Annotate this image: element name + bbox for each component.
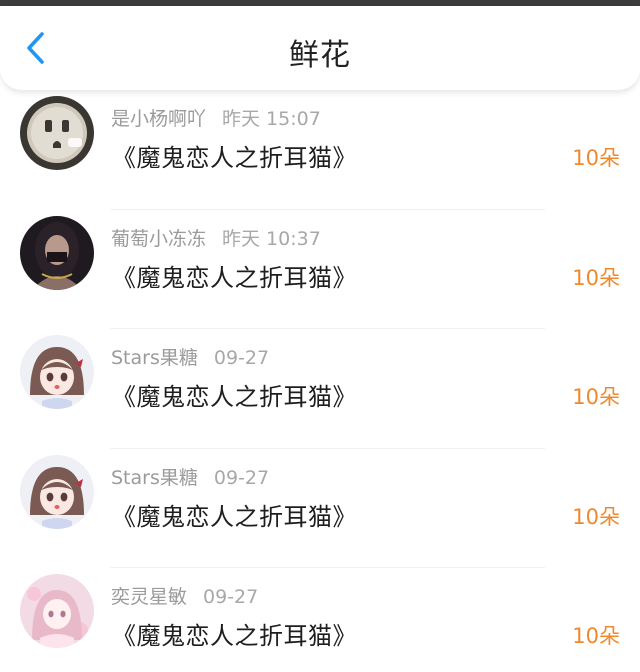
flower-gift-list: 是小杨啊吖 昨天 15:07 《魔鬼恋人之折耳猫》 10朵 葡萄小冻冻 昨天 10:… [0, 90, 640, 672]
sent-time: 09-27 [203, 586, 259, 608]
list-item[interactable]: Stars果糖 09-27 《魔鬼恋人之折耳猫》 10朵 [0, 449, 640, 568]
list-item[interactable]: 奕灵星敏 09-27 《魔鬼恋人之折耳猫》 10朵 [0, 568, 640, 672]
sender-meta: Stars果糖 09-27 [111, 343, 269, 370]
sender-meta: 是小杨啊吖 昨天 15:07 [111, 104, 321, 131]
work-title: 《魔鬼恋人之折耳猫》 [112, 502, 357, 531]
avatar[interactable] [20, 574, 94, 648]
page-title: 鲜花 [289, 38, 351, 73]
flowers-page: 鲜花 是小杨啊吖 昨天 15:07 《魔鬼恋人之折耳猫》 10朵 葡萄小冻冻 昨… [0, 0, 640, 672]
sent-time: 09-27 [213, 466, 270, 489]
flower-count: 10朵 [572, 624, 620, 648]
sender-name: Stars果糖 [111, 347, 198, 369]
sent-time: 昨天 15:07 [222, 108, 321, 130]
avatar[interactable] [20, 335, 94, 409]
sender-name: Stars果糖 [111, 466, 198, 489]
avatar[interactable] [20, 96, 94, 170]
avatar[interactable] [20, 215, 94, 290]
work-title: 《魔鬼恋人之折耳猫》 [112, 622, 357, 650]
list-item[interactable]: Stars果糖 09-27 《魔鬼恋人之折耳猫》 10朵 [0, 329, 640, 449]
list-item[interactable]: 葡萄小冻冻 昨天 10:37 《魔鬼恋人之折耳猫》 10朵 [0, 210, 640, 329]
sent-time: 昨天 10:37 [222, 227, 321, 250]
work-title: 《魔鬼恋人之折耳猫》 [112, 383, 357, 411]
sender-name: 是小杨啊吖 [111, 108, 207, 130]
work-title: 《魔鬼恋人之折耳猫》 [112, 144, 357, 172]
sender-meta: Stars果糖 09-27 [111, 463, 269, 490]
sent-time: 09-27 [213, 347, 270, 369]
sender-meta: 奕灵星敏 09-27 [111, 582, 258, 609]
work-title: 《魔鬼恋人之折耳猫》 [112, 263, 357, 292]
flower-count: 10朵 [572, 265, 620, 290]
sender-name: 奕灵星敏 [111, 586, 188, 608]
sender-name: 葡萄小冻冻 [111, 227, 207, 250]
sender-meta: 葡萄小冻冻 昨天 10:37 [111, 224, 321, 251]
flower-count: 10朵 [572, 385, 620, 409]
list-item[interactable]: 是小杨啊吖 昨天 15:07 《魔鬼恋人之折耳猫》 10朵 [0, 90, 640, 210]
top-nav-bar: 鲜花 [0, 6, 640, 91]
flower-count: 10朵 [572, 504, 620, 529]
avatar[interactable] [20, 454, 94, 529]
flower-count: 10朵 [572, 146, 620, 170]
